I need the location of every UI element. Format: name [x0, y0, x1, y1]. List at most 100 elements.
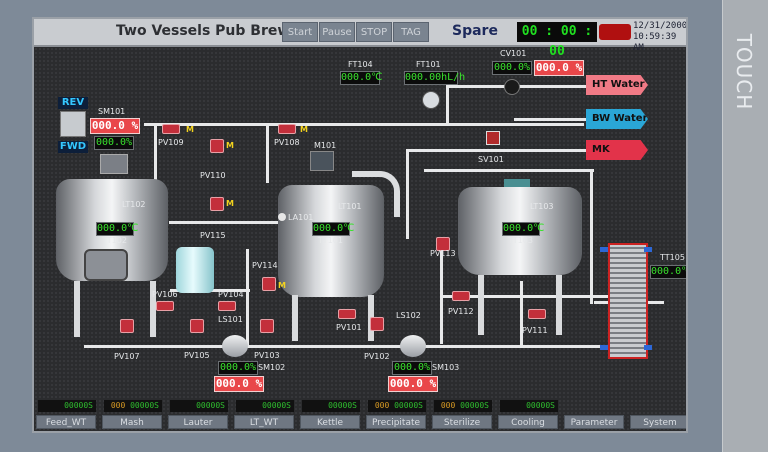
- motor-tag: M: [186, 125, 194, 134]
- motor-tag: M: [278, 281, 286, 290]
- sm103-label: SM103: [432, 363, 460, 372]
- pv106-label: PV106: [152, 290, 178, 299]
- pv102-label: PV102: [364, 352, 390, 361]
- sm101-setpoint[interactable]: 000.0 %: [90, 118, 140, 134]
- sm102-setpoint[interactable]: 000.0 %: [214, 376, 264, 392]
- pump-sm103-icon[interactable]: [400, 335, 426, 357]
- ft101-value: 000.00hL/h: [404, 71, 466, 85]
- datetime: 12/31/2000 10:59:39 AM: [633, 21, 686, 54]
- pv108-valve[interactable]: [278, 124, 296, 134]
- la101-dot: [278, 213, 286, 221]
- tag-button[interactable]: TAG: [393, 22, 429, 42]
- riser-pipe: [446, 85, 449, 125]
- start-button[interactable]: Start: [282, 22, 318, 42]
- rev-label[interactable]: REV: [58, 97, 88, 109]
- pv114-label: PV114: [252, 261, 278, 270]
- bw-water-pipe: [514, 118, 589, 121]
- hx-port: [644, 247, 652, 252]
- pv107-valve[interactable]: [120, 319, 134, 333]
- ht-water-indicator[interactable]: HT Water: [586, 75, 648, 95]
- sm102-value: 000.0%: [218, 361, 258, 375]
- tt103-label: TT103: [508, 236, 533, 245]
- time-text: 10:59:39 AM: [633, 32, 677, 53]
- steam-pipe: [406, 149, 588, 152]
- kettle-button[interactable]: Kettle: [300, 415, 360, 429]
- pv111-valve[interactable]: [528, 309, 546, 319]
- bw-water-indicator[interactable]: BW Water: [586, 109, 648, 129]
- sm101-value: 000.0%: [94, 136, 134, 150]
- tt105-value: 000.0℃: [650, 265, 686, 279]
- whirlpool-leg: [478, 275, 484, 335]
- pv109-label: PV109: [158, 138, 184, 147]
- cooling-button[interactable]: Cooling: [498, 415, 558, 429]
- pv110-label: PV110: [200, 171, 226, 180]
- cv101-value: 000.0%: [492, 61, 532, 75]
- sterilize-timer-b: 00000S: [460, 401, 489, 410]
- sm101-label: SM101: [98, 107, 126, 116]
- parameter-button[interactable]: Parameter: [564, 415, 624, 429]
- sm102-label: SM102: [258, 363, 286, 372]
- bottom-pipe: [84, 345, 604, 348]
- mash-button[interactable]: Mash: [102, 415, 162, 429]
- pv115-label: PV115: [200, 231, 226, 240]
- motor-tag: M: [226, 141, 234, 150]
- precipitate-timer-b: 00000S: [394, 401, 423, 410]
- lt102-label: LT102: [122, 200, 146, 209]
- stop-button[interactable]: STOP: [356, 22, 392, 42]
- m101-label: M101: [314, 141, 337, 150]
- pv112-valve[interactable]: [452, 291, 470, 301]
- pv102-valve[interactable]: [370, 317, 384, 331]
- pv104-valve[interactable]: [218, 301, 236, 311]
- pv103-valve[interactable]: [260, 319, 274, 333]
- fwd-label[interactable]: FWD: [58, 141, 88, 153]
- ltwt-timer: 00000S: [236, 400, 294, 412]
- lt-wt-button[interactable]: LT_WT: [234, 415, 294, 429]
- pv108-label: PV108: [274, 138, 300, 147]
- pv105-label: PV105: [184, 351, 210, 360]
- lt101-label: LT101: [338, 202, 362, 211]
- tt103-value: 000.0℃: [502, 222, 545, 236]
- pv101-label: PV101: [336, 323, 362, 332]
- mill-switch-icon[interactable]: [60, 111, 86, 137]
- sm103-setpoint[interactable]: 000.0 %: [388, 376, 438, 392]
- pv101-valve[interactable]: [338, 309, 356, 319]
- whirlpool-leg: [556, 275, 562, 335]
- pv110-valve[interactable]: [210, 139, 224, 153]
- title-bar: Two Vessels Pub Brew Start Pause STOP TA…: [34, 19, 686, 59]
- mid-pipe: [169, 221, 279, 224]
- kettle-drop-pipe: [266, 123, 269, 183]
- sm103-value: 000.0%: [392, 361, 432, 375]
- pv111-pipe: [520, 281, 523, 345]
- feed-wt-button[interactable]: Feed_WT: [36, 415, 96, 429]
- pump-sm102-icon[interactable]: [222, 335, 248, 357]
- steam-drop-pipe: [406, 149, 409, 239]
- precipitate-button[interactable]: Precipitate: [366, 415, 426, 429]
- mk-steam-indicator[interactable]: MK Steam: [586, 140, 648, 160]
- sterilize-timer-a: 000: [440, 401, 456, 410]
- ltwt-timer-b: 00000S: [262, 401, 291, 410]
- pv114-valve[interactable]: [262, 277, 276, 291]
- lauter-button[interactable]: Lauter: [168, 415, 228, 429]
- heat-exchanger: [608, 243, 648, 359]
- cv101-setpoint[interactable]: 000.0 %: [534, 60, 584, 76]
- ls101-label: LS101: [218, 315, 243, 324]
- pv109-valve[interactable]: [162, 124, 180, 134]
- pv115-valve[interactable]: [210, 197, 224, 211]
- pv105-valve[interactable]: [190, 319, 204, 333]
- alarm-icon[interactable]: [599, 24, 631, 40]
- pv106-valve[interactable]: [156, 301, 174, 311]
- tt101-label: TT101: [318, 236, 343, 245]
- kettle-timer-b: 00000S: [328, 401, 357, 410]
- sterilize-button[interactable]: Sterilize: [432, 415, 492, 429]
- tt102-value: 000.0℃: [96, 222, 139, 236]
- process-timer: 00 : 00 : 00: [517, 22, 597, 59]
- system-button[interactable]: System: [630, 415, 686, 429]
- pause-button[interactable]: Pause: [319, 22, 355, 42]
- sv101-label: SV101: [478, 155, 504, 164]
- mash-timer: 000 00000S: [104, 400, 162, 412]
- lt103-label: LT103: [530, 202, 554, 211]
- feed-timer: 00000S: [38, 400, 96, 412]
- flowmeter-icon: [422, 91, 440, 109]
- tt102-label: TT102: [102, 236, 127, 245]
- pv113-pipe: [440, 244, 443, 344]
